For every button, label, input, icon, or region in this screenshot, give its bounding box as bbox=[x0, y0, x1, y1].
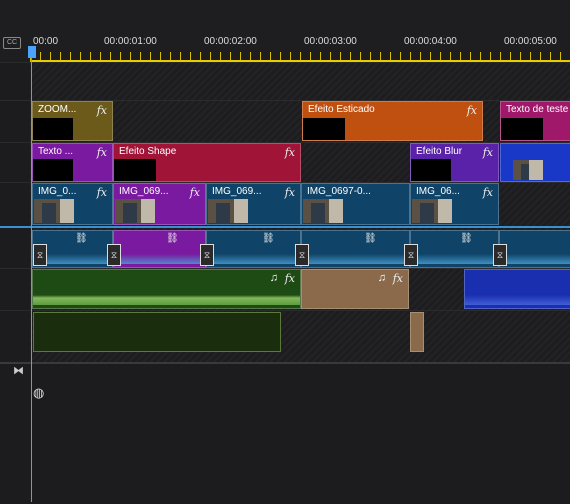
music-clip[interactable]: ♫ fx bbox=[32, 269, 301, 309]
track-area-bottom bbox=[0, 362, 570, 504]
clip-thumbnail bbox=[501, 118, 543, 140]
ruler-time-label: 00:00:02:00 bbox=[204, 36, 257, 47]
video-clip[interactable]: IMG_06... fx bbox=[410, 183, 499, 225]
audio-waveform bbox=[465, 295, 570, 305]
audio-waveform bbox=[33, 295, 300, 305]
effect-clip-esticado[interactable]: Efeito Esticado fx bbox=[302, 101, 483, 141]
ruler-ticks bbox=[30, 52, 570, 60]
linked-clip[interactable] bbox=[301, 230, 410, 268]
clip-thumbnail bbox=[33, 118, 73, 140]
timeline-ruler[interactable]: CC 00:00 00:00:01:00 00:00:02:00 00:00:0… bbox=[0, 0, 570, 62]
effect-clip-shape[interactable]: Efeito Shape fx bbox=[113, 143, 301, 182]
transition-marker-icon[interactable]: ⧖ bbox=[200, 244, 214, 266]
clip-label: Texto ... bbox=[38, 146, 74, 157]
ruler-time-label: 00:00:05:00 bbox=[504, 36, 557, 47]
clip-label: Efeito Esticado bbox=[308, 104, 375, 115]
effect-clip-blue[interactable] bbox=[500, 143, 570, 182]
effect-clip-blur[interactable]: Efeito Blur fx bbox=[410, 143, 499, 182]
clip-thumbnail bbox=[411, 159, 451, 181]
link-icon[interactable]: ⛓ bbox=[75, 233, 88, 244]
track-music: ♫ fx ♫ fx bbox=[0, 268, 570, 311]
fx-icon[interactable]: fx bbox=[190, 186, 200, 199]
clip-thumbnail bbox=[303, 118, 345, 140]
clip-label: ZOOM... bbox=[38, 104, 77, 115]
link-icon[interactable]: ⛓ bbox=[166, 233, 179, 244]
mouse-cursor-icon: ◍ bbox=[33, 385, 45, 400]
clip-thumbnail bbox=[115, 199, 155, 223]
clip-thumbnail bbox=[208, 199, 248, 223]
linked-clip[interactable] bbox=[410, 230, 499, 268]
clip-thumbnail bbox=[34, 199, 74, 223]
music-clip[interactable]: ♫ fx bbox=[301, 269, 409, 309]
effect-clip-texto-teste[interactable]: Texto de teste bbox=[500, 101, 570, 141]
clip-label: IMG_069... bbox=[119, 186, 169, 197]
video-clip[interactable]: IMG_0... fx bbox=[32, 183, 113, 225]
clip-label: Texto de teste bbox=[506, 104, 569, 115]
link-icon[interactable]: ⛓ bbox=[460, 233, 473, 244]
transition-marker-icon[interactable]: ⧖ bbox=[404, 244, 418, 266]
link-icon[interactable]: ⛓ bbox=[364, 233, 377, 244]
playhead-handle[interactable] bbox=[28, 46, 36, 58]
fx-icon[interactable]: fx bbox=[97, 146, 107, 159]
fx-icon[interactable]: fx bbox=[285, 272, 295, 285]
video-clip[interactable]: IMG_0697-0... bbox=[301, 183, 410, 225]
linked-clip[interactable] bbox=[113, 230, 206, 268]
clip-label: IMG_069... bbox=[212, 186, 262, 197]
fx-icon[interactable]: fx bbox=[97, 186, 107, 199]
fx-icon[interactable]: fx bbox=[467, 104, 477, 117]
track-video: IMG_0... fx IMG_069... fx IMG_069... fx … bbox=[0, 182, 570, 227]
clip-thumbnail bbox=[412, 199, 452, 223]
closed-caption-icon[interactable]: CC bbox=[3, 37, 21, 49]
voice-clip[interactable] bbox=[410, 312, 424, 352]
clip-label: Efeito Shape bbox=[119, 146, 177, 157]
fx-icon[interactable]: fx bbox=[285, 146, 295, 159]
ruler-time-label: 00:00:01:00 bbox=[104, 36, 157, 47]
link-icon[interactable]: ⛓ bbox=[262, 233, 275, 244]
track-voice bbox=[0, 310, 570, 363]
track-empty bbox=[0, 62, 570, 101]
transition-marker-icon[interactable]: ⧖ bbox=[33, 244, 47, 266]
fx-icon[interactable]: fx bbox=[285, 186, 295, 199]
music-note-icon: ♫ bbox=[269, 272, 278, 284]
fx-icon[interactable]: fx bbox=[393, 272, 403, 285]
ruler-time-label: 00:00:04:00 bbox=[404, 36, 457, 47]
clip-thumbnail bbox=[513, 160, 543, 180]
clip-label: IMG_06... bbox=[416, 186, 460, 197]
ruler-time-label: 00:00:03:00 bbox=[304, 36, 357, 47]
playhead[interactable] bbox=[31, 48, 32, 502]
track-effects-2: Texto ... fx Efeito Shape fx Efeito Blur… bbox=[0, 142, 570, 183]
transition-marker-icon[interactable]: ⧖ bbox=[107, 244, 121, 266]
clip-label: IMG_0... bbox=[38, 186, 77, 197]
linked-clip[interactable] bbox=[206, 230, 301, 268]
clip-label: Efeito Blur bbox=[416, 146, 463, 157]
transition-marker-icon[interactable]: ⧖ bbox=[493, 244, 507, 266]
clip-thumbnail bbox=[303, 199, 343, 223]
effect-clip-zoom[interactable]: ZOOM... fx bbox=[32, 101, 113, 141]
collapse-tracks-icon[interactable]: ⧓ bbox=[13, 364, 24, 377]
linked-clip[interactable] bbox=[499, 230, 570, 268]
clip-thumbnail bbox=[114, 159, 156, 181]
clip-thumbnail bbox=[33, 159, 73, 181]
video-clip[interactable]: IMG_069... fx bbox=[206, 183, 301, 225]
video-clip[interactable]: IMG_069... fx bbox=[113, 183, 206, 225]
ruler-time-label: 00:00 bbox=[33, 36, 59, 47]
effect-clip-texto[interactable]: Texto ... fx bbox=[32, 143, 113, 182]
fx-icon[interactable]: fx bbox=[483, 186, 493, 199]
transition-marker-icon[interactable]: ⧖ bbox=[295, 244, 309, 266]
voice-clip[interactable] bbox=[33, 312, 281, 352]
music-clip[interactable] bbox=[464, 269, 570, 309]
fx-icon[interactable]: fx bbox=[483, 146, 493, 159]
music-note-icon: ♫ bbox=[377, 272, 386, 284]
track-effects-1: ZOOM... fx Efeito Esticado fx Texto de t… bbox=[0, 100, 570, 143]
clip-label: IMG_0697-0... bbox=[307, 186, 371, 197]
fx-icon[interactable]: fx bbox=[97, 104, 107, 117]
